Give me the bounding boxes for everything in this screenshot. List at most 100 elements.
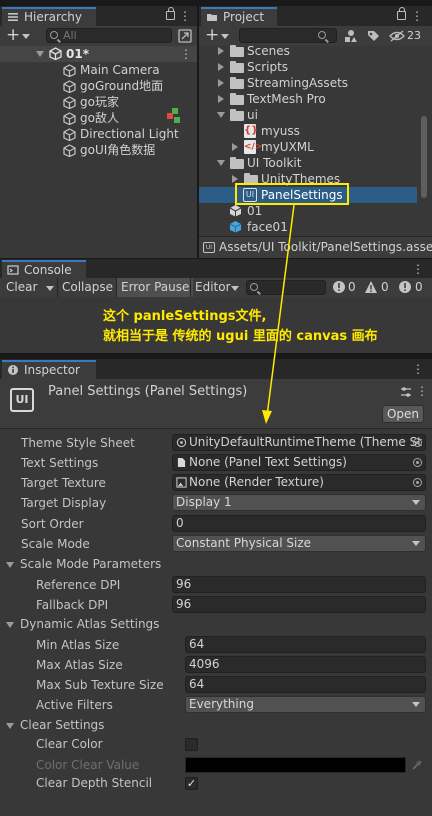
editor-dropdown-arrow-icon[interactable] — [231, 286, 239, 291]
object-picker-icon[interactable] — [413, 458, 422, 467]
hierarchy-item[interactable]: goGround地面 — [0, 78, 197, 94]
target-display-dropdown[interactable]: Display 1 — [172, 494, 426, 511]
color-clear-value-swatch[interactable] — [185, 757, 406, 773]
hidden-packages-icon[interactable] — [389, 29, 405, 43]
scale-mode-dropdown[interactable]: Constant Physical Size — [172, 535, 426, 552]
max-sub-texture-size-input[interactable]: 64 — [185, 676, 426, 693]
more-menu-icon[interactable]: ⋮ — [412, 262, 424, 276]
error-pause-button[interactable]: Error Pause — [117, 278, 194, 297]
open-button[interactable]: Open — [382, 405, 424, 423]
project-item-label: face01 — [247, 220, 288, 234]
more-menu-icon[interactable]: ⋮ — [179, 9, 191, 23]
asset-path: Assets/UI Toolkit/PanelSettings.asse — [219, 240, 432, 254]
project-item[interactable]: </> myUXML — [199, 139, 417, 155]
expand-arrow-icon[interactable] — [218, 79, 224, 87]
text-settings-field[interactable]: None (Panel Text Settings) — [172, 454, 426, 471]
hierarchy-search-input[interactable]: All — [46, 28, 172, 43]
scene-menu-icon[interactable]: ⋮ — [180, 47, 192, 61]
project-item[interactable]: TextMesh Pro — [199, 91, 417, 107]
project-item[interactable]: 01 — [199, 203, 417, 219]
target-texture-value: None (Render Texture) — [189, 475, 324, 489]
min-atlas-size-input[interactable]: 64 — [185, 636, 426, 653]
search-icon — [318, 31, 326, 39]
project-search-input[interactable] — [239, 28, 337, 43]
eyedropper-icon[interactable] — [411, 759, 423, 771]
collapse-arrow-icon[interactable] — [217, 160, 225, 166]
theme-style-sheet-field[interactable]: UnityDefaultRuntimeTheme (Theme St — [172, 434, 426, 451]
expand-arrow-icon[interactable] — [232, 143, 238, 151]
clear-dropdown-arrow-icon[interactable] — [46, 286, 54, 291]
tab-project[interactable]: Project — [201, 7, 277, 26]
object-picker-icon[interactable] — [413, 478, 422, 487]
max-atlas-size-input[interactable]: 4096 — [185, 656, 426, 673]
lock-icon[interactable] — [397, 7, 406, 20]
text-settings-value: None (Panel Text Settings) — [189, 455, 347, 469]
project-item[interactable]: Scripts — [199, 59, 417, 75]
add-icon[interactable]: + — [205, 26, 219, 44]
dropdown-arrow-icon[interactable] — [22, 34, 30, 39]
gameobject-icon — [63, 80, 76, 93]
expand-arrow-icon[interactable] — [232, 175, 238, 183]
hierarchy-item[interactable]: Directional Light — [0, 126, 197, 142]
dynamic-atlas-header[interactable]: Dynamic Atlas Settings — [20, 615, 159, 633]
hierarchy-item[interactable]: go敌人 — [0, 108, 197, 126]
dropdown-arrow-icon[interactable] — [221, 34, 229, 39]
label-filter-icon[interactable] — [366, 29, 380, 43]
project-item[interactable]: face01 — [199, 219, 417, 235]
presets-icon[interactable] — [400, 386, 412, 398]
expand-arrow-icon[interactable] — [218, 95, 224, 103]
error-icon[interactable] — [398, 280, 412, 294]
hierarchy-item[interactable]: Main Camera — [0, 62, 197, 78]
project-item[interactable]: Scenes — [199, 43, 417, 59]
console-toolbar: Clear Collapse Error Pause Editor 0 0 0 — [0, 278, 432, 297]
clear-color-checkbox[interactable] — [185, 738, 198, 751]
collapse-arrow-icon[interactable] — [217, 112, 225, 118]
component-menu-icon[interactable]: ⋮ — [416, 384, 428, 398]
collapse-button[interactable]: Collapse — [62, 278, 113, 297]
foldout-arrow-icon[interactable] — [6, 622, 14, 628]
more-menu-icon[interactable]: ⋮ — [412, 362, 424, 376]
active-filters-dropdown[interactable]: Everything — [185, 696, 426, 713]
text-settings-label: Text Settings — [21, 456, 99, 470]
console-tab-label: Console — [24, 263, 72, 277]
editor-dropdown[interactable]: Editor — [195, 278, 231, 297]
info-icon[interactable] — [332, 280, 346, 294]
clear-depth-stencil-checkbox[interactable]: ✓ — [185, 777, 198, 790]
error-count: 0 — [415, 280, 423, 294]
project-item[interactable]: ui — [199, 107, 417, 123]
target-texture-field[interactable]: None (Render Texture) — [172, 474, 426, 491]
scene-visibility-icon[interactable] — [178, 29, 192, 43]
foldout-arrow-icon[interactable] — [6, 723, 14, 729]
scene-row[interactable]: 01* ⋮ — [0, 46, 197, 62]
search-by-type-icon[interactable] — [344, 29, 358, 43]
project-item[interactable]: {} myuss — [199, 123, 417, 139]
project-item[interactable]: StreamingAssets — [199, 75, 417, 91]
warning-icon[interactable] — [364, 280, 378, 294]
project-item[interactable]: UI Toolkit — [199, 155, 417, 171]
more-menu-icon[interactable]: ⋮ — [411, 9, 423, 23]
project-scrollbar[interactable] — [421, 116, 427, 198]
expand-arrow-icon[interactable] — [218, 47, 224, 55]
folder-icon — [230, 61, 244, 73]
object-picker-icon[interactable] — [413, 438, 422, 447]
sort-order-input[interactable]: 0 — [172, 515, 426, 532]
hierarchy-item[interactable]: goUI角色数据 — [0, 142, 197, 158]
lock-icon[interactable] — [166, 7, 175, 20]
tab-hierarchy[interactable]: Hierarchy — [2, 7, 96, 26]
annotation-highlight-box — [235, 183, 349, 205]
reference-dpi-input[interactable]: 96 — [172, 576, 426, 593]
clear-settings-header[interactable]: Clear Settings — [20, 716, 104, 734]
tab-console[interactable]: Console — [2, 260, 86, 279]
foldout-arrow-icon[interactable] — [6, 562, 14, 568]
fallback-dpi-input[interactable]: 96 — [172, 596, 426, 613]
hierarchy-item-label: goGround地面 — [80, 79, 164, 93]
tab-inspector[interactable]: Inspector — [2, 360, 96, 379]
collapse-arrow-icon[interactable] — [36, 51, 44, 57]
expand-arrow-icon[interactable] — [218, 63, 224, 71]
add-icon[interactable]: + — [6, 26, 20, 44]
scale-mode-parameters-header[interactable]: Scale Mode Parameters — [20, 555, 161, 573]
render-texture-icon — [176, 477, 187, 488]
console-search-input[interactable] — [246, 280, 326, 295]
scale-mode-label: Scale Mode — [21, 537, 90, 551]
clear-button[interactable]: Clear — [6, 278, 37, 297]
